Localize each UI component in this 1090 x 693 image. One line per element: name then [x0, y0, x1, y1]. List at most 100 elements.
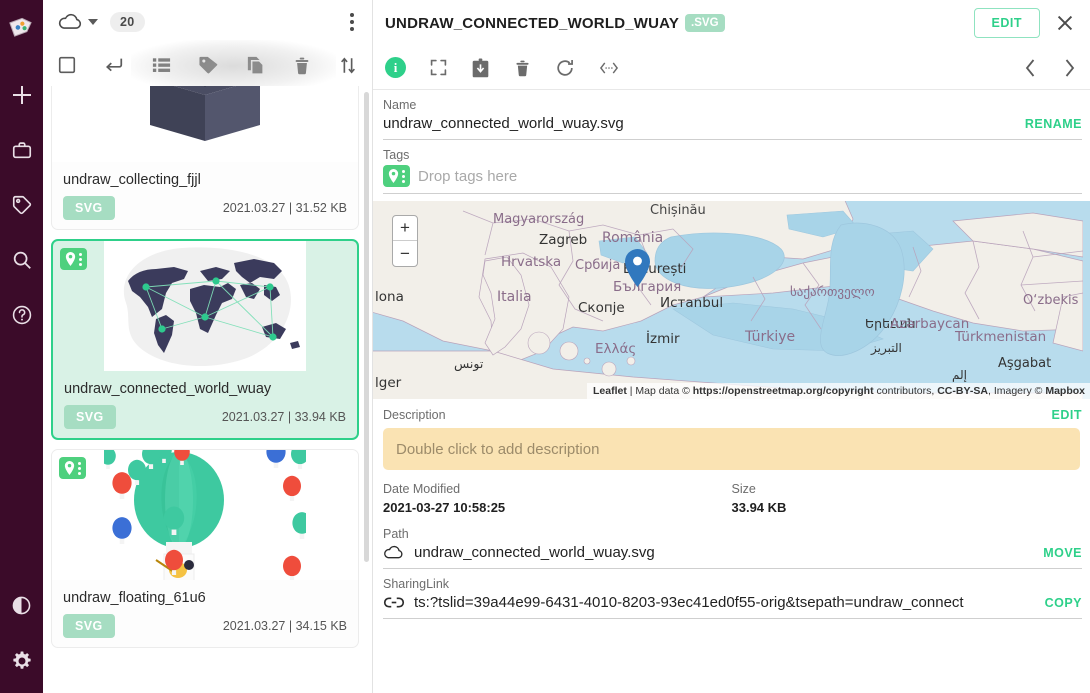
box-illustration	[130, 86, 280, 157]
attribution-contributors: contributors,	[874, 385, 938, 397]
map-label: Zagreb	[539, 232, 587, 248]
map-label: Србија	[575, 258, 620, 273]
attribution-osm-link[interactable]: https://openstreetmap.org/copyright	[693, 385, 874, 397]
sharing-link-field-group: SharingLink ts:?tslid=39a44e99-6431-4010…	[373, 569, 1090, 619]
list-item-meta: 2021.03.27 | 31.52 KB	[223, 201, 347, 215]
map-label: İzmir	[646, 329, 680, 347]
detail-body: Name undraw_connected_world_wuay.svg REN…	[373, 90, 1090, 693]
path-value[interactable]: undraw_connected_world_wuay.svg	[414, 544, 1033, 561]
app-window: 20	[0, 0, 1090, 693]
rename-button[interactable]: RENAME	[1015, 117, 1082, 131]
list-view-icon[interactable]	[151, 55, 172, 75]
list-item-footer: SVG 2021.03.27 | 33.94 KB	[53, 405, 357, 438]
list-item-title: undraw_floating_61u6	[52, 580, 358, 614]
search-icon[interactable]	[0, 232, 43, 287]
tags-dropzone[interactable]: Drop tags here	[383, 165, 1082, 194]
page-title: UNDRAW_CONNECTED_WORLD_WUAY	[385, 15, 679, 32]
tag-chip[interactable]	[383, 165, 410, 187]
list-item[interactable]: undraw_collecting_fjjl SVG 2021.03.27 | …	[51, 86, 359, 230]
chip-menu-icon	[79, 253, 82, 266]
description-edit-button[interactable]: EDIT	[1042, 408, 1082, 422]
tag-chip[interactable]	[59, 457, 86, 479]
chevron-left-icon[interactable]	[1024, 58, 1037, 78]
reload-icon[interactable]	[555, 58, 575, 78]
select-all-icon[interactable]	[57, 55, 77, 75]
map-pin-icon	[65, 252, 76, 266]
list-item-footer: SVG 2021.03.27 | 34.15 KB	[52, 614, 358, 647]
delete-files-icon[interactable]	[292, 55, 312, 76]
date-modified-label: Date Modified	[383, 482, 732, 496]
kebab-menu-icon[interactable]	[342, 7, 362, 37]
description-label: Description	[383, 408, 1042, 422]
name-value[interactable]: undraw_connected_world_wuay.svg	[383, 115, 1015, 132]
tag-chip[interactable]	[60, 248, 87, 270]
link-icon	[383, 595, 405, 610]
attribution-license[interactable]: CC-BY-SA	[937, 385, 988, 397]
file-type-badge: SVG	[63, 196, 115, 220]
file-list-scrollbar[interactable]	[364, 92, 369, 562]
tag-files-icon[interactable]	[197, 55, 219, 75]
map-label: Magyarország	[493, 212, 584, 227]
edit-button[interactable]: EDIT	[974, 8, 1040, 38]
map-label: التبريز	[870, 341, 902, 356]
settings-icon[interactable]	[0, 638, 43, 693]
move-button[interactable]: MOVE	[1033, 546, 1082, 560]
tag-library-icon[interactable]	[0, 177, 43, 232]
map-label: România	[602, 230, 663, 246]
path-label: Path	[383, 519, 1082, 544]
list-item-meta: 2021.03.27 | 33.94 KB	[222, 410, 346, 424]
map-label: lger	[375, 375, 402, 391]
zoom-out-button[interactable]: −	[393, 241, 417, 266]
size-group: Size 33.94 KB	[732, 482, 1081, 515]
help-icon[interactable]	[0, 287, 43, 342]
map-label: Türkiye	[744, 329, 795, 345]
theme-toggle-icon[interactable]	[0, 583, 43, 638]
map-label: Ελλάς	[595, 341, 636, 357]
properties-icon[interactable]: i	[385, 57, 406, 78]
description-placeholder: Double click to add description	[396, 441, 599, 458]
world-map-illustration	[104, 241, 306, 371]
copy-button[interactable]: COPY	[1035, 596, 1082, 610]
create-new-icon[interactable]	[0, 67, 43, 122]
map-pin-icon[interactable]	[625, 249, 650, 292]
attribution-provider[interactable]: Mapbox	[1045, 385, 1085, 397]
thumbnail	[52, 450, 358, 580]
file-list-scroll-area[interactable]: undraw_collecting_fjjl SVG 2021.03.27 | …	[43, 86, 372, 693]
chevron-right-icon[interactable]	[1063, 58, 1076, 78]
open-natively-icon[interactable]	[598, 59, 620, 77]
sharing-link-value[interactable]: ts:?tslid=39a44e99-6431-4010-8203-93ec41…	[414, 594, 1035, 611]
map-tiles: MagyarországChișinăuZagrebRomâniaHrvatsk…	[373, 201, 1083, 399]
map-pin-icon	[388, 169, 399, 183]
geo-location-map[interactable]: MagyarországChișinăuZagrebRomâniaHrvatsk…	[373, 201, 1090, 399]
close-icon[interactable]	[1054, 12, 1076, 34]
fullscreen-icon[interactable]	[429, 58, 448, 77]
sort-files-icon[interactable]	[338, 55, 358, 76]
attribution-imagery: , Imagery ©	[988, 385, 1045, 397]
info-circle-icon: i	[385, 57, 406, 78]
map-attribution: Leaflet | Map data © https://openstreetm…	[587, 383, 1090, 399]
list-item-title: undraw_collecting_fjjl	[52, 162, 358, 196]
map-label: Hrvatska	[501, 254, 561, 270]
description-input[interactable]: Double click to add description	[383, 428, 1080, 470]
location-selector[interactable]	[57, 12, 98, 32]
file-list-toolbar	[43, 44, 372, 86]
attribution-leaflet[interactable]: Leaflet	[593, 385, 627, 397]
map-label: تونس	[454, 356, 484, 372]
extension-badge: .SVG	[685, 14, 724, 32]
locations-icon[interactable]	[0, 122, 43, 177]
map-pin-icon	[64, 461, 75, 475]
copy-move-icon[interactable]	[245, 55, 266, 76]
date-modified-value: 2021-03-27 10:58:25	[383, 500, 732, 515]
download-icon[interactable]	[471, 58, 490, 78]
tagspaces-logo-icon[interactable]	[9, 14, 35, 45]
zoom-in-button[interactable]: +	[393, 216, 417, 241]
navigate-parent-icon[interactable]	[103, 55, 125, 75]
chip-menu-icon	[78, 462, 81, 475]
sharing-link-label: SharingLink	[383, 569, 1082, 594]
cloud-icon	[383, 545, 405, 561]
delete-icon[interactable]	[513, 58, 532, 78]
list-item[interactable]: undraw_connected_world_wuay SVG 2021.03.…	[51, 239, 359, 440]
chevron-down-icon	[88, 19, 98, 25]
tags-field-group: Tags Drop tags here	[373, 140, 1090, 194]
list-item[interactable]: undraw_floating_61u6 SVG 2021.03.27 | 34…	[51, 449, 359, 648]
